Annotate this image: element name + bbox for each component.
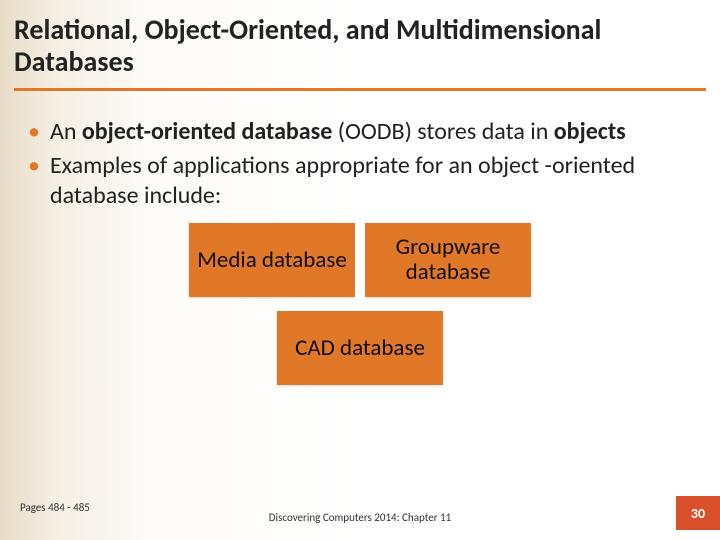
- bullet-dot-icon: •: [28, 151, 40, 211]
- title-area: Relational, Object-Oriented, and Multidi…: [0, 0, 720, 84]
- pages-reference: Pages 484 - 485: [20, 501, 90, 514]
- content-area: • An object-oriented database (OODB) sto…: [0, 91, 720, 385]
- page-number-badge: 30: [676, 496, 720, 530]
- bullet-item: • Examples of applications appropriate f…: [28, 151, 692, 211]
- tile-groupware-database: Groupware database: [365, 223, 531, 297]
- tile-row: Media database Groupware database: [189, 223, 531, 297]
- text-run: An: [50, 117, 82, 146]
- tile-media-database: Media database: [189, 223, 355, 297]
- bullet-text: An object-oriented database (OODB) store…: [50, 117, 626, 147]
- bullet-dot-icon: •: [28, 117, 40, 147]
- footer: Pages 484 - 485 Discovering Computers 20…: [0, 500, 720, 530]
- tile-cad-database: CAD database: [277, 311, 443, 385]
- slide-title: Relational, Object-Oriented, and Multidi…: [14, 14, 706, 78]
- bullet-item: • An object-oriented database (OODB) sto…: [28, 117, 692, 147]
- text-bold: object-oriented database: [82, 117, 332, 146]
- text-run: (OODB) stores data in: [332, 117, 553, 146]
- footer-source: Discovering Computers 2014: Chapter 11: [269, 511, 451, 524]
- bullet-text: Examples of applications appropriate for…: [50, 151, 692, 211]
- tile-row: CAD database: [277, 311, 443, 385]
- tiles-group: Media database Groupware database CAD da…: [28, 223, 692, 385]
- text-bold: objects: [554, 117, 626, 146]
